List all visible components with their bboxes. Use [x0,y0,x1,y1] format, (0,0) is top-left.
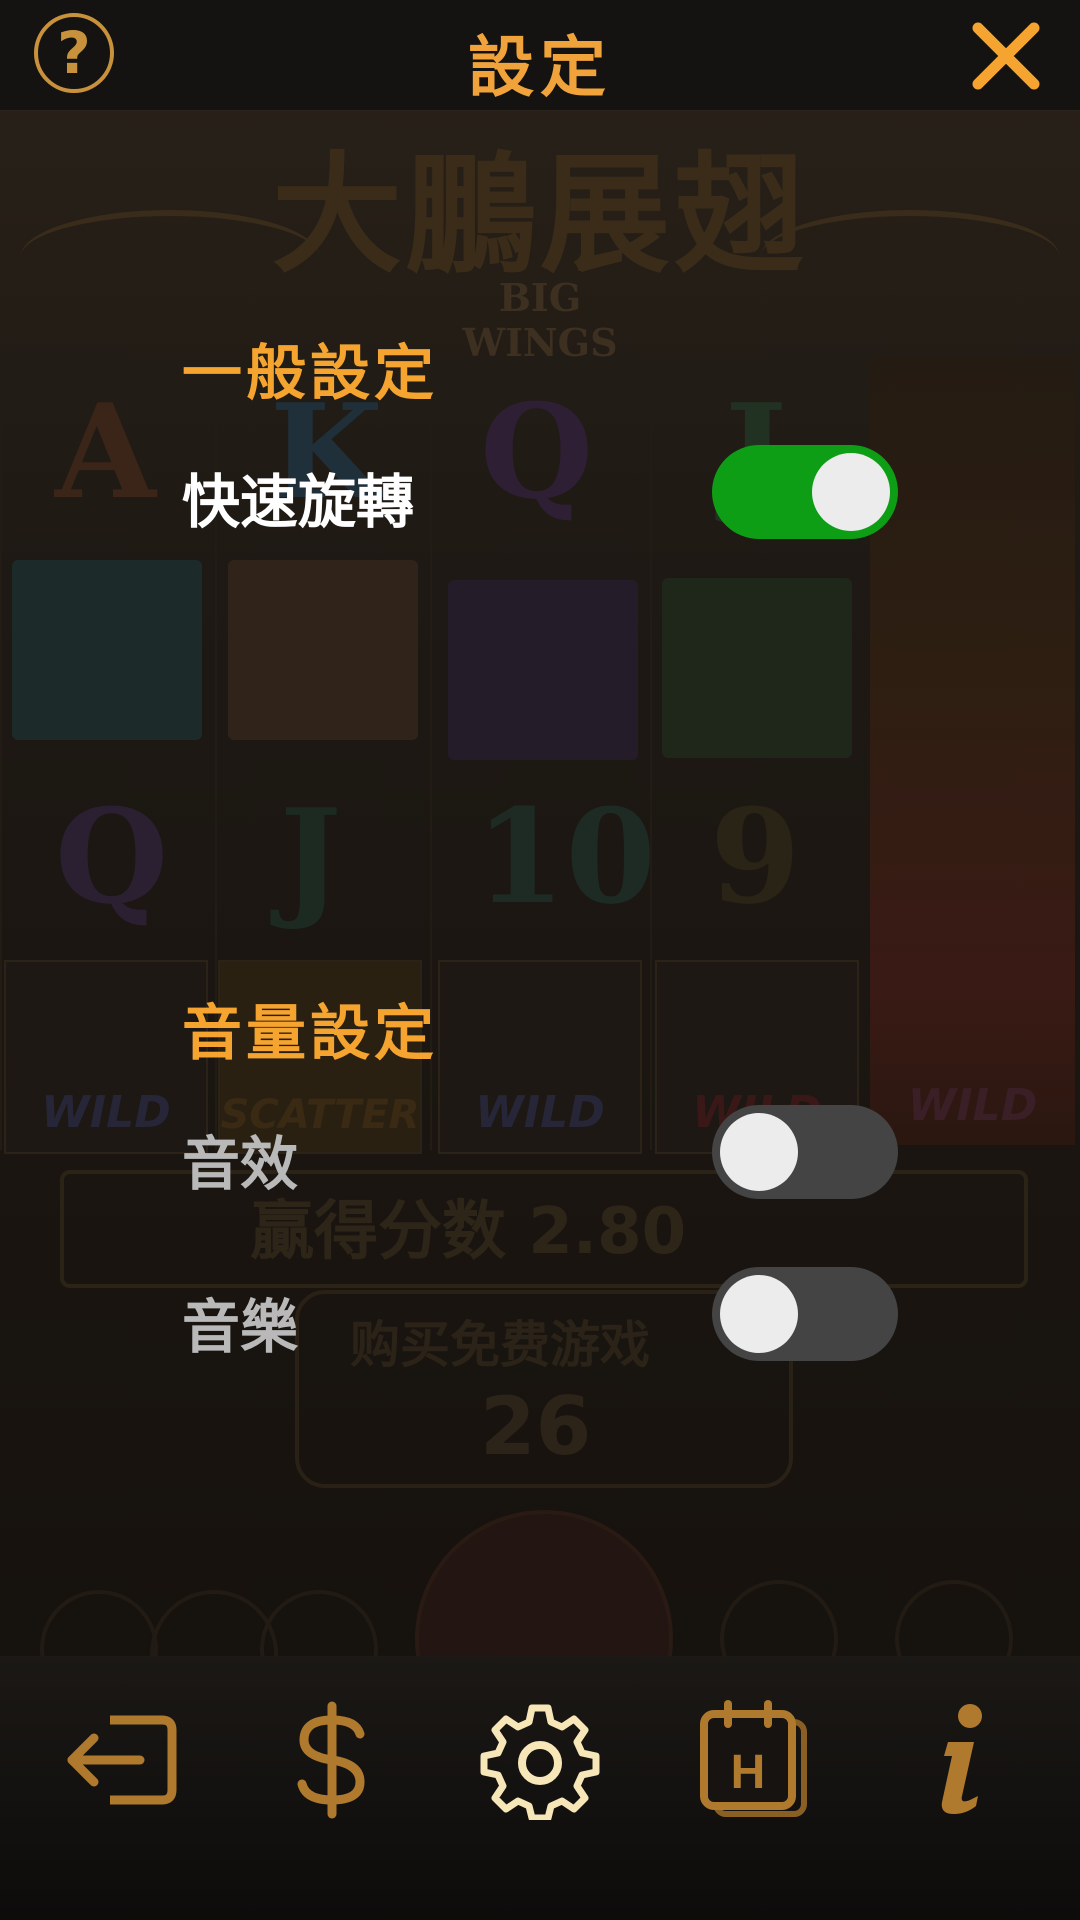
buy-feature-label: 购买免费游戏 [350,1316,650,1374]
gear-icon[interactable] [480,1700,600,1820]
toggle-knob [812,453,890,531]
settings-header: ? 設定 [0,0,1080,111]
reel-symbol: 10 [475,780,656,933]
reel-symbol-box [448,580,638,760]
sound-effects-label: 音效 [182,1130,299,1198]
toggle-knob [720,1275,798,1353]
reel-symbol: A [55,375,156,528]
reel-symbol-box [228,560,418,740]
dollar-icon[interactable] [272,1700,392,1820]
history-calendar-icon[interactable]: H [690,1700,810,1820]
history-glyph: H [731,1746,766,1799]
wild-label: WILD [907,1080,1038,1131]
wild-label: WILD [475,1087,605,1138]
turbo-spin-toggle[interactable] [712,445,898,539]
turbo-spin-label: 快速旋轉 [182,468,415,536]
music-label: 音樂 [182,1293,299,1361]
buy-feature-value: 26 [480,1380,592,1473]
exit-icon[interactable] [62,1700,182,1820]
wild-symbol: WILD [438,960,642,1154]
reel-symbol: 9 [710,780,801,933]
toggle-knob [720,1113,798,1191]
game-background: 大鵬展翅 BIG WINGS A K Q J Q J 10 9 WILD SCA… [0,0,1080,1920]
reel-symbol: J [280,780,342,933]
reel-symbol-box [662,578,852,758]
eagle-symbol: WILD [870,355,1075,1145]
sound-effects-toggle[interactable] [712,1105,898,1199]
reel-symbol: Q [55,780,169,933]
reel-symbol-box [12,560,202,740]
reel-symbol: Q [480,375,594,528]
info-icon[interactable] [900,1700,1020,1820]
wild-label: WILD [41,1087,171,1138]
general-settings-title: 一般設定 [182,339,438,409]
win-amount: 贏得分数 2.80 [250,1195,687,1269]
close-icon[interactable] [968,18,1044,94]
wild-symbol: WILD [4,960,208,1154]
music-toggle[interactable] [712,1267,898,1361]
volume-settings-title: 音量設定 [182,999,438,1069]
page-title: 設定 [468,29,612,106]
